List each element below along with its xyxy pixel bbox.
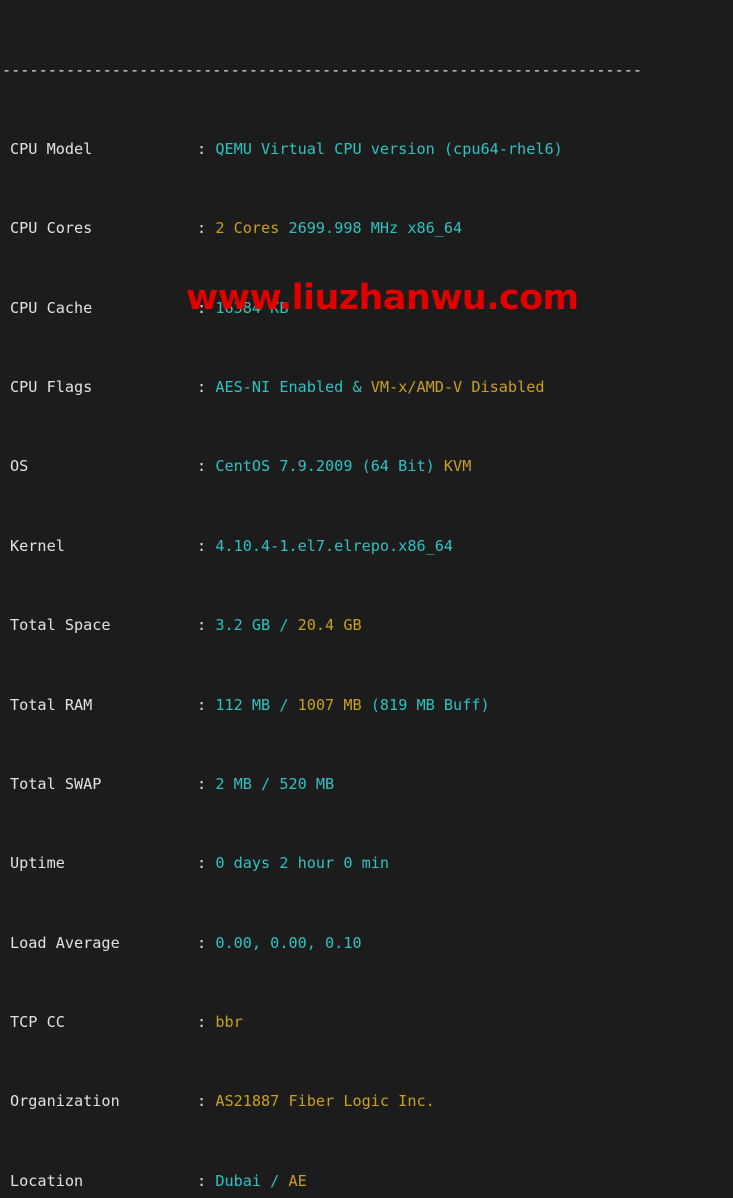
colon-load-average: : bbox=[197, 933, 207, 952]
value-tcp-cc: bbr bbox=[215, 1013, 243, 1032]
value-location-city: Dubai / bbox=[215, 1171, 289, 1190]
label-total-swap: Total SWAP bbox=[10, 774, 102, 793]
colon-cpu-cache: : bbox=[197, 298, 207, 317]
colon-tcp-cc: : bbox=[197, 1013, 207, 1032]
colon-kernel: : bbox=[197, 536, 207, 555]
label-kernel: Kernel bbox=[10, 536, 65, 555]
label-os: OS bbox=[10, 457, 29, 476]
row-kernel: Kernel: 4.10.4-1.el7.elrepo.x86_64 bbox=[0, 537, 733, 557]
value-total-ram-buff: (819 MB Buff) bbox=[361, 695, 490, 714]
row-tcp-cc: TCP CC: bbr bbox=[0, 1013, 733, 1033]
row-cpu-model: CPU Model: QEMU Virtual CPU version (cpu… bbox=[0, 140, 733, 160]
value-total-space-total: 20.4 GB bbox=[297, 616, 362, 635]
label-organization: Organization bbox=[10, 1092, 120, 1111]
colon-cpu-model: : bbox=[197, 139, 207, 158]
row-organization: Organization: AS21887 Fiber Logic Inc. bbox=[0, 1092, 733, 1112]
value-total-space-used: 3.2 GB / bbox=[215, 616, 298, 635]
colon-organization: : bbox=[197, 1092, 207, 1111]
row-cpu-cores: CPU Cores: 2 Cores 2699.998 MHz x86_64 bbox=[0, 219, 733, 239]
value-total-swap: 2 MB / 520 MB bbox=[215, 774, 335, 793]
terminal-output: ----------------------------------------… bbox=[0, 0, 733, 1190]
row-cpu-cache: CPU Cache: 16384 KB bbox=[0, 299, 733, 319]
value-load-average: 0.00, 0.00, 0.10 bbox=[215, 933, 362, 952]
value-uptime: 0 days 2 hour 0 min bbox=[215, 854, 390, 873]
label-load-average: Load Average bbox=[10, 933, 120, 952]
row-total-swap: Total SWAP: 2 MB / 520 MB bbox=[0, 775, 733, 795]
value-cpu-cores-freq: 2699.998 MHz x86_64 bbox=[279, 219, 463, 238]
value-cpu-flags-disabled: VM-x/AMD-V Disabled bbox=[370, 378, 545, 397]
colon-cpu-flags: : bbox=[197, 378, 207, 397]
value-cpu-cache: 16384 KB bbox=[215, 298, 289, 317]
row-os: OS: CentOS 7.9.2009 (64 Bit) KVM bbox=[0, 457, 733, 477]
row-location: Location: Dubai / AE bbox=[0, 1172, 733, 1192]
value-cpu-flags-enabled: AES-NI Enabled & bbox=[215, 378, 371, 397]
row-total-ram: Total RAM: 112 MB / 1007 MB (819 MB Buff… bbox=[0, 696, 733, 716]
colon-location: : bbox=[197, 1171, 207, 1190]
label-uptime: Uptime bbox=[10, 854, 65, 873]
value-total-ram-total: 1007 MB bbox=[297, 695, 362, 714]
value-os-name: CentOS 7.9.2009 (64 Bit) bbox=[215, 457, 444, 476]
colon-uptime: : bbox=[197, 854, 207, 873]
separator-line-top: ----------------------------------------… bbox=[2, 60, 643, 79]
row-uptime: Uptime: 0 days 2 hour 0 min bbox=[0, 854, 733, 874]
value-organization: AS21887 Fiber Logic Inc. bbox=[215, 1092, 435, 1111]
terminal-lines: ----------------------------------------… bbox=[0, 1, 733, 1198]
colon-cpu-cores: : bbox=[197, 219, 207, 238]
value-total-ram-used: 112 MB / bbox=[215, 695, 298, 714]
label-total-ram: Total RAM bbox=[10, 695, 93, 714]
row-load-average: Load Average: 0.00, 0.00, 0.10 bbox=[0, 934, 733, 954]
label-cpu-flags: CPU Flags bbox=[10, 378, 93, 397]
colon-total-space: : bbox=[197, 616, 207, 635]
value-os-virt: KVM bbox=[443, 457, 472, 476]
label-cpu-cache: CPU Cache bbox=[10, 298, 93, 317]
value-cpu-cores-count: 2 Cores bbox=[215, 219, 280, 238]
colon-total-ram: : bbox=[197, 695, 207, 714]
label-total-space: Total Space bbox=[10, 616, 111, 635]
row-total-space: Total Space: 3.2 GB / 20.4 GB bbox=[0, 616, 733, 636]
label-location: Location bbox=[10, 1171, 84, 1190]
label-tcp-cc: TCP CC bbox=[10, 1013, 65, 1032]
value-cpu-model: QEMU Virtual CPU version (cpu64-rhel6) bbox=[215, 139, 563, 158]
row-cpu-flags: CPU Flags: AES-NI Enabled & VM-x/AMD-V D… bbox=[0, 378, 733, 398]
colon-total-swap: : bbox=[197, 774, 207, 793]
label-cpu-cores: CPU Cores bbox=[10, 219, 93, 238]
value-kernel: 4.10.4-1.el7.elrepo.x86_64 bbox=[215, 536, 454, 555]
value-location-country: AE bbox=[288, 1171, 307, 1190]
label-cpu-model: CPU Model bbox=[10, 139, 93, 158]
colon-os: : bbox=[197, 457, 207, 476]
